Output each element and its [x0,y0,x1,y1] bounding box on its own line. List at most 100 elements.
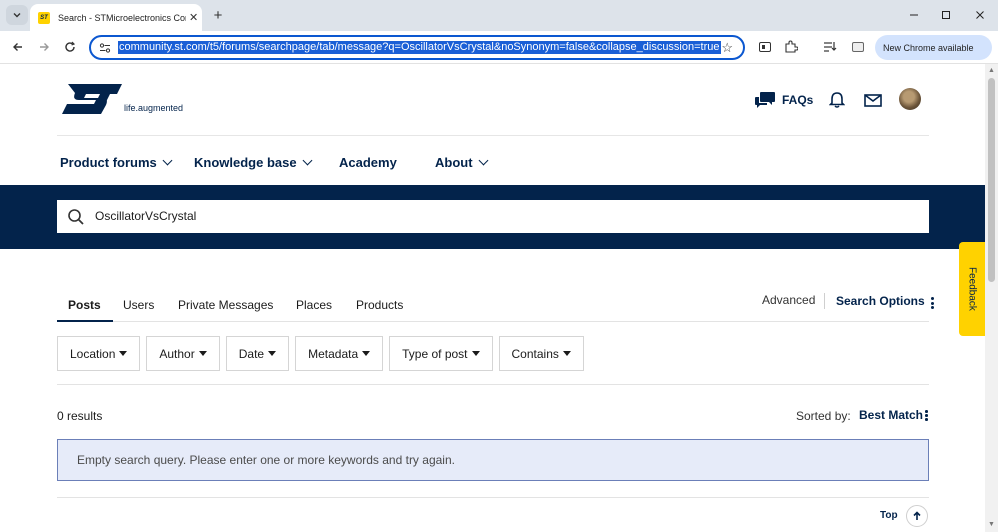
filter-bar: Location Author Date Metadata Type of po… [57,336,590,371]
close-icon [976,11,984,19]
nav-label: About [435,154,473,170]
filter-location[interactable]: Location [57,336,141,371]
filter-metadata[interactable]: Metadata [295,336,384,371]
filter-label: Location [70,346,116,361]
filter-type-of-post[interactable]: Type of post [389,336,493,371]
maximize-icon [942,11,950,19]
tab-posts[interactable]: Posts [68,298,101,312]
nav-label: Product forums [60,154,157,170]
scrollbar-thumb[interactable] [988,78,995,282]
chevron-down-icon [302,155,313,165]
scroll-up-arrow-icon[interactable]: ▲ [987,67,996,75]
reload-icon [65,41,76,52]
result-tabs: Posts Users Private Messages Places Prod… [57,292,934,322]
filter-author[interactable]: Author [146,336,220,371]
back-button[interactable] [8,37,28,57]
address-bar[interactable]: community.st.com/t5/forums/searchpage/ta… [89,35,745,60]
notifications-bell-icon[interactable] [829,91,845,108]
faq-chat-icon[interactable] [754,91,776,109]
header-divider [57,135,929,136]
sort-dropdown[interactable]: Best Match [859,408,923,422]
st-favicon-icon: ST [38,11,50,24]
nav-label: Knowledge base [194,154,297,170]
reading-list-icon[interactable] [822,39,838,55]
filter-label: Type of post [402,346,468,361]
alert-message: Empty search query. Please enter one or … [77,453,455,467]
browser-toolbar: community.st.com/t5/forums/searchpage/ta… [0,31,998,64]
more-options-icon[interactable] [931,297,934,311]
forward-button[interactable] [34,37,54,57]
chevron-down-icon [162,155,173,165]
nav-knowledge-base[interactable]: Knowledge base [194,153,339,171]
search-icon [68,209,84,225]
chevron-down-icon [478,155,488,165]
page-scrollbar[interactable]: ▲ ▼ [985,64,998,532]
results-divider [57,497,929,498]
search-input[interactable]: OscillatorVsCrystal [57,200,929,233]
tab-users[interactable]: Users [123,298,154,312]
messages-mail-icon[interactable] [864,94,882,107]
arrow-left-icon [13,43,22,51]
results-count: 0 results [57,409,103,423]
filter-contains[interactable]: Contains [498,336,584,371]
extensions-puzzle-icon[interactable] [783,39,799,55]
close-window-button[interactable] [970,6,990,24]
active-tab-underline [57,320,113,322]
tab-products[interactable]: Products [356,298,403,312]
search-query-value: OscillatorVsCrystal [95,209,197,223]
filter-label: Contains [511,346,559,361]
back-to-top-label[interactable]: Top [880,510,898,521]
web-page: life.augmented FAQs Product forums Knowl… [0,64,985,532]
main-navigation: Product forums Knowledge base Academy Ab… [60,153,488,171]
tagline: life.augmented [124,103,184,113]
chevron-down-icon [13,13,21,18]
minimize-button[interactable] [904,6,924,24]
nav-label: Academy [339,154,397,170]
new-chrome-available-button[interactable]: New Chrome available [875,35,992,60]
sorted-by-label: Sorted by: [796,409,851,423]
maximize-button[interactable] [936,6,956,24]
options-divider [824,293,825,309]
empty-query-alert: Empty search query. Please enter one or … [57,439,929,481]
tab-search-button[interactable] [6,5,28,25]
feedback-label: Feedback [966,267,978,311]
filters-divider [57,384,929,385]
bookmark-star-icon[interactable]: ☆ [721,40,733,56]
nav-academy[interactable]: Academy [339,153,435,171]
user-avatar[interactable] [899,88,921,110]
caret-down-icon [562,351,571,356]
faqs-link[interactable]: FAQs [782,93,813,107]
search-band: OscillatorVsCrystal [0,185,985,249]
minimize-icon [910,14,918,16]
sort-options-icon[interactable] [925,410,928,422]
close-tab-icon[interactable]: ✕ [189,11,198,24]
reload-button[interactable] [60,37,80,57]
new-tab-button[interactable]: + [209,6,227,24]
tab-title: Search - STMicroelectronics Community [58,12,186,23]
caret-down-icon [198,351,207,356]
browser-tab[interactable]: ST Search - STMicroelectronics Community… [30,4,202,31]
cast-icon[interactable] [757,39,773,55]
tab-places[interactable]: Places [296,298,332,312]
back-to-top-button[interactable] [906,505,928,527]
scroll-down-arrow-icon[interactable]: ▼ [987,521,996,529]
caret-down-icon [471,351,480,356]
caret-down-icon [119,351,128,356]
browser-tab-bar: ST Search - STMicroelectronics Community… [0,0,998,31]
url-text[interactable]: community.st.com/t5/forums/searchpage/ta… [118,41,721,54]
arrow-up-icon [913,511,921,520]
filter-date[interactable]: Date [225,336,290,371]
nav-product-forums[interactable]: Product forums [60,153,194,171]
profile-window-icon[interactable] [850,39,866,55]
arrow-right-icon [40,43,49,51]
site-settings-icon[interactable] [99,42,111,54]
caret-down-icon [362,351,371,356]
feedback-button[interactable]: Feedback [959,242,985,336]
filter-label: Date [238,346,265,361]
filter-label: Author [159,346,195,361]
filter-label: Metadata [308,346,359,361]
tab-private-messages[interactable]: Private Messages [178,298,273,312]
nav-about[interactable]: About [435,153,488,171]
advanced-link[interactable]: Advanced [762,293,815,307]
search-options-button[interactable]: Search Options [836,294,925,308]
